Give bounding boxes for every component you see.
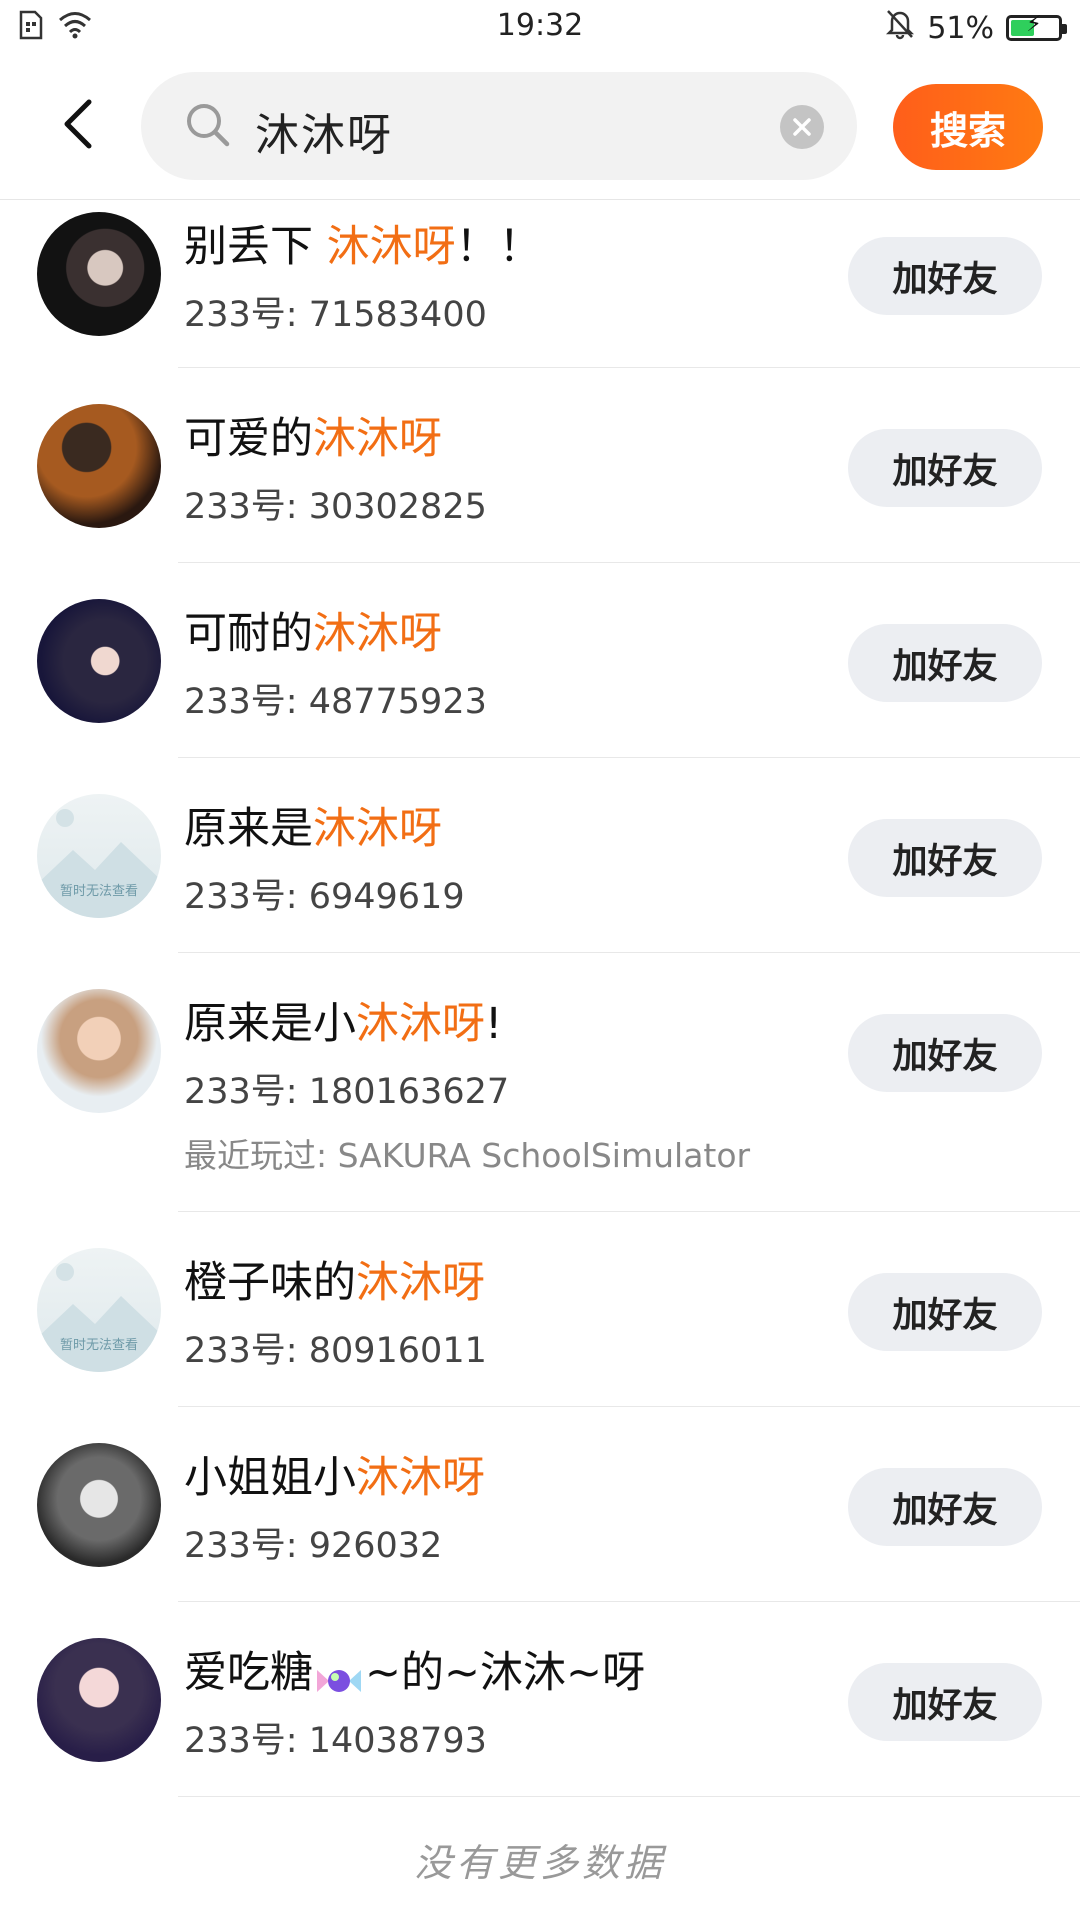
username: 可爱的沐沐呀 (184, 414, 442, 464)
close-icon (793, 118, 811, 136)
mountain-image-icon (37, 1263, 161, 1372)
user-id: 233号: 180163627 (184, 1072, 510, 1112)
search-icon (185, 102, 231, 152)
avatar[interactable] (37, 599, 161, 723)
user-id: 233号: 30302825 (184, 487, 487, 527)
add-friend-button[interactable]: 加好友 (848, 237, 1042, 315)
status-right-icons: 51% ⚡ (885, 8, 1067, 48)
add-friend-button[interactable]: 加好友 (848, 624, 1042, 702)
chevron-left-icon (64, 99, 92, 149)
search-button[interactable]: 搜索 (893, 84, 1043, 170)
charging-bolt-icon: ⚡ (1026, 12, 1042, 37)
list-item[interactable]: 小姐姐小沐沐呀 233号: 926032 加好友 (0, 1407, 1080, 1602)
status-bar: 19:32 51% ⚡ (0, 0, 1080, 54)
user-id: 233号: 80916011 (184, 1331, 487, 1371)
no-more-data-text: 没有更多数据 (413, 1841, 666, 1885)
mute-bell-icon (885, 8, 915, 48)
list-item[interactable]: 原来是小沐沐呀! 233号: 180163627 最近玩过: SAKURA Sc… (0, 953, 1080, 1212)
battery-percent: 51% (927, 10, 994, 46)
username: 原来是沐沐呀 (184, 804, 442, 854)
avatar-placeholder[interactable]: 暂时无法查看 (37, 1248, 161, 1372)
search-query[interactable]: 沐沐呀 (255, 99, 393, 163)
user-id: 233号: 6949619 (184, 877, 465, 917)
avatar[interactable] (37, 404, 161, 528)
avatar[interactable] (37, 1443, 161, 1567)
username: 小姐姐小沐沐呀 (184, 1453, 485, 1503)
search-input[interactable]: 沐沐呀 (141, 72, 857, 180)
username: 原来是小沐沐呀! (184, 999, 503, 1049)
mountain-image-icon (37, 809, 161, 918)
add-friend-button[interactable]: 加好友 (848, 1014, 1042, 1092)
avatar-unavailable-text: 暂时无法查看 (59, 884, 138, 899)
list-item[interactable]: 爱吃糖 ~的~沐沐~呀 233号: 14038793 加好友 (0, 1602, 1080, 1797)
user-id: 233号: 71583400 (184, 295, 487, 335)
recently-played: 最近玩过: SAKURA SchoolSimulator (184, 1136, 751, 1175)
back-button[interactable] (48, 94, 108, 154)
username: 可耐的沐沐呀 (184, 609, 442, 659)
list-item[interactable]: 可耐的沐沐呀 233号: 48775923 加好友 (0, 563, 1080, 758)
list-item[interactable]: 暂时无法查看 橙子味的沐沐呀 233号: 80916011 加好友 (0, 1212, 1080, 1407)
user-id: 233号: 48775923 (184, 682, 487, 722)
add-friend-button[interactable]: 加好友 (848, 1663, 1042, 1741)
add-friend-button[interactable]: 加好友 (848, 429, 1042, 507)
add-friend-button[interactable]: 加好友 (848, 1468, 1042, 1546)
add-friend-button[interactable]: 加好友 (848, 1273, 1042, 1351)
search-header: 沐沐呀 搜索 (0, 54, 1080, 200)
avatar[interactable] (37, 1638, 161, 1762)
avatar[interactable] (37, 212, 161, 336)
search-results-list: 别丢下 沐沐呀！！ 233号: 71583400 加好友 可爱的沐沐呀 233号… (0, 200, 1080, 1797)
candy-icon (313, 1659, 365, 1693)
username: 爱吃糖 ~的~沐沐~呀 (184, 1648, 646, 1698)
list-item[interactable]: 别丢下 沐沐呀！！ 233号: 71583400 加好友 (0, 200, 1080, 368)
battery-icon: ⚡ (1006, 12, 1067, 41)
add-friend-button[interactable]: 加好友 (848, 819, 1042, 897)
avatar-unavailable-text: 暂时无法查看 (59, 1338, 138, 1353)
user-id: 233号: 926032 (184, 1526, 443, 1566)
avatar-placeholder[interactable]: 暂时无法查看 (37, 794, 161, 918)
list-item[interactable]: 暂时无法查看 原来是沐沐呀 233号: 6949619 加好友 (0, 758, 1080, 953)
username: 橙子味的沐沐呀 (184, 1258, 485, 1308)
list-item[interactable]: 可爱的沐沐呀 233号: 30302825 加好友 (0, 368, 1080, 563)
divider (178, 1796, 1080, 1797)
clear-search-button[interactable] (780, 105, 824, 149)
avatar[interactable] (37, 989, 161, 1113)
username: 别丢下 沐沐呀！！ (184, 222, 542, 272)
user-id: 233号: 14038793 (184, 1721, 487, 1761)
